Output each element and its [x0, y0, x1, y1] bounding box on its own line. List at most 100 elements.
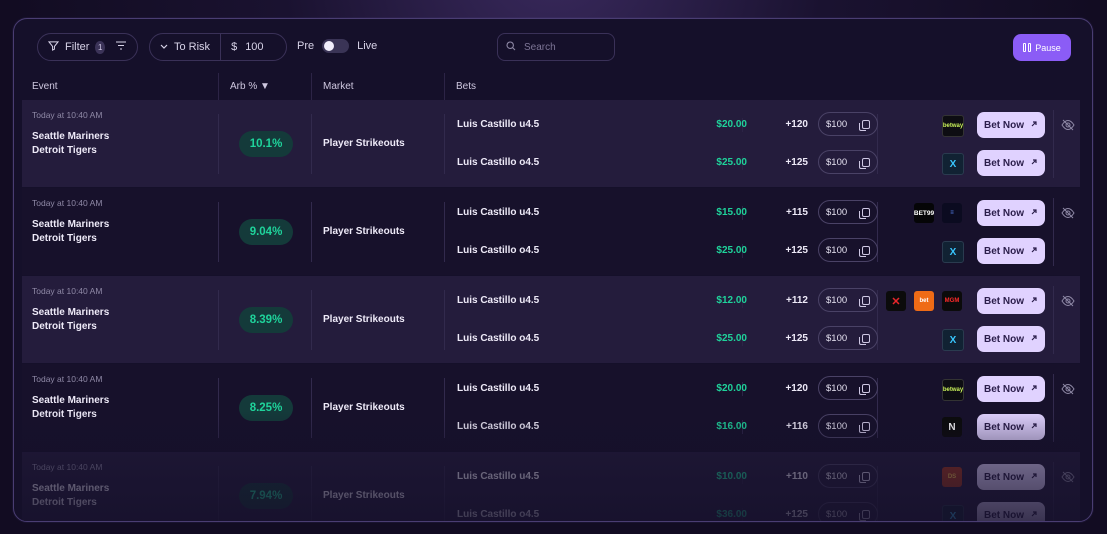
table-header: Event Arb % ▼ Market Bets	[22, 73, 1080, 101]
bet-now-button[interactable]: Bet Now	[977, 376, 1045, 402]
event-time: Today at 10:40 AM	[32, 374, 103, 384]
copy-icon[interactable]	[859, 421, 870, 433]
market-name: Player Strikeouts	[323, 490, 405, 501]
sportsbook-logo-x-icon: X	[942, 505, 964, 521]
market-name: Player Strikeouts	[323, 402, 405, 413]
stake-input[interactable]: $100	[818, 200, 878, 224]
chevron-down-icon	[160, 41, 168, 53]
external-arrow-icon	[1030, 296, 1038, 307]
sliders-icon[interactable]	[115, 40, 127, 54]
copy-icon[interactable]	[859, 157, 870, 169]
search-input[interactable]	[522, 40, 606, 54]
toolbar: Filter 1 To Risk $ 100 Pre Live Search P…	[14, 19, 1092, 73]
copy-icon[interactable]	[859, 471, 870, 483]
market-name: Player Strikeouts	[323, 314, 405, 325]
stake-input[interactable]: $100	[818, 288, 878, 312]
stake-input-value: $100	[826, 332, 848, 344]
bet-selection: Luis Castillo o4.5	[457, 509, 540, 520]
team-away: Detroit Tigers	[32, 145, 97, 156]
team-away: Detroit Tigers	[32, 321, 97, 332]
event-time: Today at 10:40 AM	[32, 286, 103, 296]
stake-input[interactable]: $100	[818, 502, 878, 521]
stake-input[interactable]: $100	[818, 464, 878, 488]
risk-amount-input[interactable]: $ 100	[221, 41, 273, 53]
hide-eye-off-icon[interactable]	[1061, 382, 1075, 396]
table-row: Today at 10:40 AM Seattle Mariners Detroit…	[22, 364, 1080, 451]
team-home: Seattle Mariners	[32, 131, 110, 142]
hide-eye-off-icon[interactable]	[1061, 294, 1075, 308]
bet-now-button[interactable]: Bet Now	[977, 464, 1045, 490]
bet-odds: +125	[785, 157, 808, 168]
pre-live-toggle[interactable]	[322, 39, 350, 53]
pre-live-switch: Pre Live	[297, 39, 377, 53]
copy-icon[interactable]	[859, 333, 870, 345]
team-away: Detroit Tigers	[32, 233, 97, 244]
bet-now-button[interactable]: Bet Now	[977, 326, 1045, 352]
bet-now-button[interactable]: Bet Now	[977, 414, 1045, 440]
sportsbook-logo-betway-icon: betway	[942, 379, 964, 401]
bet-stake: $25.00	[716, 333, 747, 344]
pre-label: Pre	[297, 40, 315, 52]
bet-now-button[interactable]: Bet Now	[977, 200, 1045, 226]
stake-input-value: $100	[826, 294, 848, 306]
hide-eye-off-icon[interactable]	[1061, 206, 1075, 220]
hide-eye-off-icon[interactable]	[1061, 118, 1075, 132]
stake-input-value: $100	[826, 420, 848, 432]
bet-odds: +110	[786, 471, 808, 482]
bet-stake: $20.00	[716, 119, 747, 130]
copy-icon[interactable]	[859, 509, 870, 521]
bet-stake: $25.00	[716, 157, 747, 168]
to-risk-dropdown[interactable]: To Risk	[150, 34, 222, 60]
stake-input[interactable]: $100	[818, 150, 878, 174]
filter-label: Filter	[65, 41, 90, 53]
bet-odds: +120	[785, 383, 808, 394]
stake-input[interactable]: $100	[818, 326, 878, 350]
external-arrow-icon	[1030, 334, 1038, 345]
arb-table: Event Arb % ▼ Market Bets Today at 10:40…	[22, 73, 1080, 521]
filter-button[interactable]: Filter 1	[37, 33, 138, 61]
copy-icon[interactable]	[859, 383, 870, 395]
copy-icon[interactable]	[859, 207, 870, 219]
bet-now-button[interactable]: Bet Now	[977, 288, 1045, 314]
copy-icon[interactable]	[859, 295, 870, 307]
copy-icon[interactable]	[859, 245, 870, 257]
bet-now-button[interactable]: Bet Now	[977, 112, 1045, 138]
filter-count-badge: 1	[95, 40, 105, 54]
external-arrow-icon	[1030, 472, 1038, 483]
hide-eye-off-icon[interactable]	[1061, 470, 1075, 484]
bet-now-button[interactable]: Bet Now	[977, 502, 1045, 521]
pause-icon	[1023, 43, 1032, 52]
stake-input[interactable]: $100	[818, 238, 878, 262]
search-box	[497, 33, 615, 61]
market-name: Player Strikeouts	[323, 226, 405, 237]
stake-input[interactable]: $100	[818, 414, 878, 438]
risk-amount-value: 100	[245, 41, 264, 53]
table-row: Today at 10:40 AM Seattle Mariners Detroit…	[22, 100, 1080, 187]
stake-input-value: $100	[826, 206, 848, 218]
stake-input[interactable]: $100	[818, 112, 878, 136]
currency-symbol: $	[231, 41, 238, 53]
copy-icon[interactable]	[859, 119, 870, 131]
bet-odds: +112	[786, 295, 808, 306]
sportsbook-logo-orange-icon: bet	[914, 291, 934, 311]
external-arrow-icon	[1030, 120, 1038, 131]
bet-odds: +125	[785, 509, 808, 520]
sportsbook-logo-bet99-icon: BET99	[914, 203, 934, 223]
bet-selection: Luis Castillo u4.5	[457, 207, 540, 218]
external-arrow-icon	[1030, 208, 1038, 219]
pause-button[interactable]: Pause	[1013, 34, 1071, 61]
event-time: Today at 10:40 AM	[32, 198, 103, 208]
stake-input[interactable]: $100	[818, 376, 878, 400]
sportsbook-logo-n-icon: N	[942, 417, 962, 437]
event-time: Today at 10:40 AM	[32, 462, 103, 472]
search-icon	[506, 38, 516, 56]
bet-odds: +116	[786, 421, 808, 432]
team-away: Detroit Tigers	[32, 409, 97, 420]
col-arb[interactable]: Arb % ▼	[230, 81, 270, 92]
arb-percent-badge: 9.04%	[239, 219, 293, 245]
market-name: Player Strikeouts	[323, 138, 405, 149]
stake-input-value: $100	[826, 382, 848, 394]
bet-now-button[interactable]: Bet Now	[977, 238, 1045, 264]
bet-now-button[interactable]: Bet Now	[977, 150, 1045, 176]
team-home: Seattle Mariners	[32, 219, 110, 230]
